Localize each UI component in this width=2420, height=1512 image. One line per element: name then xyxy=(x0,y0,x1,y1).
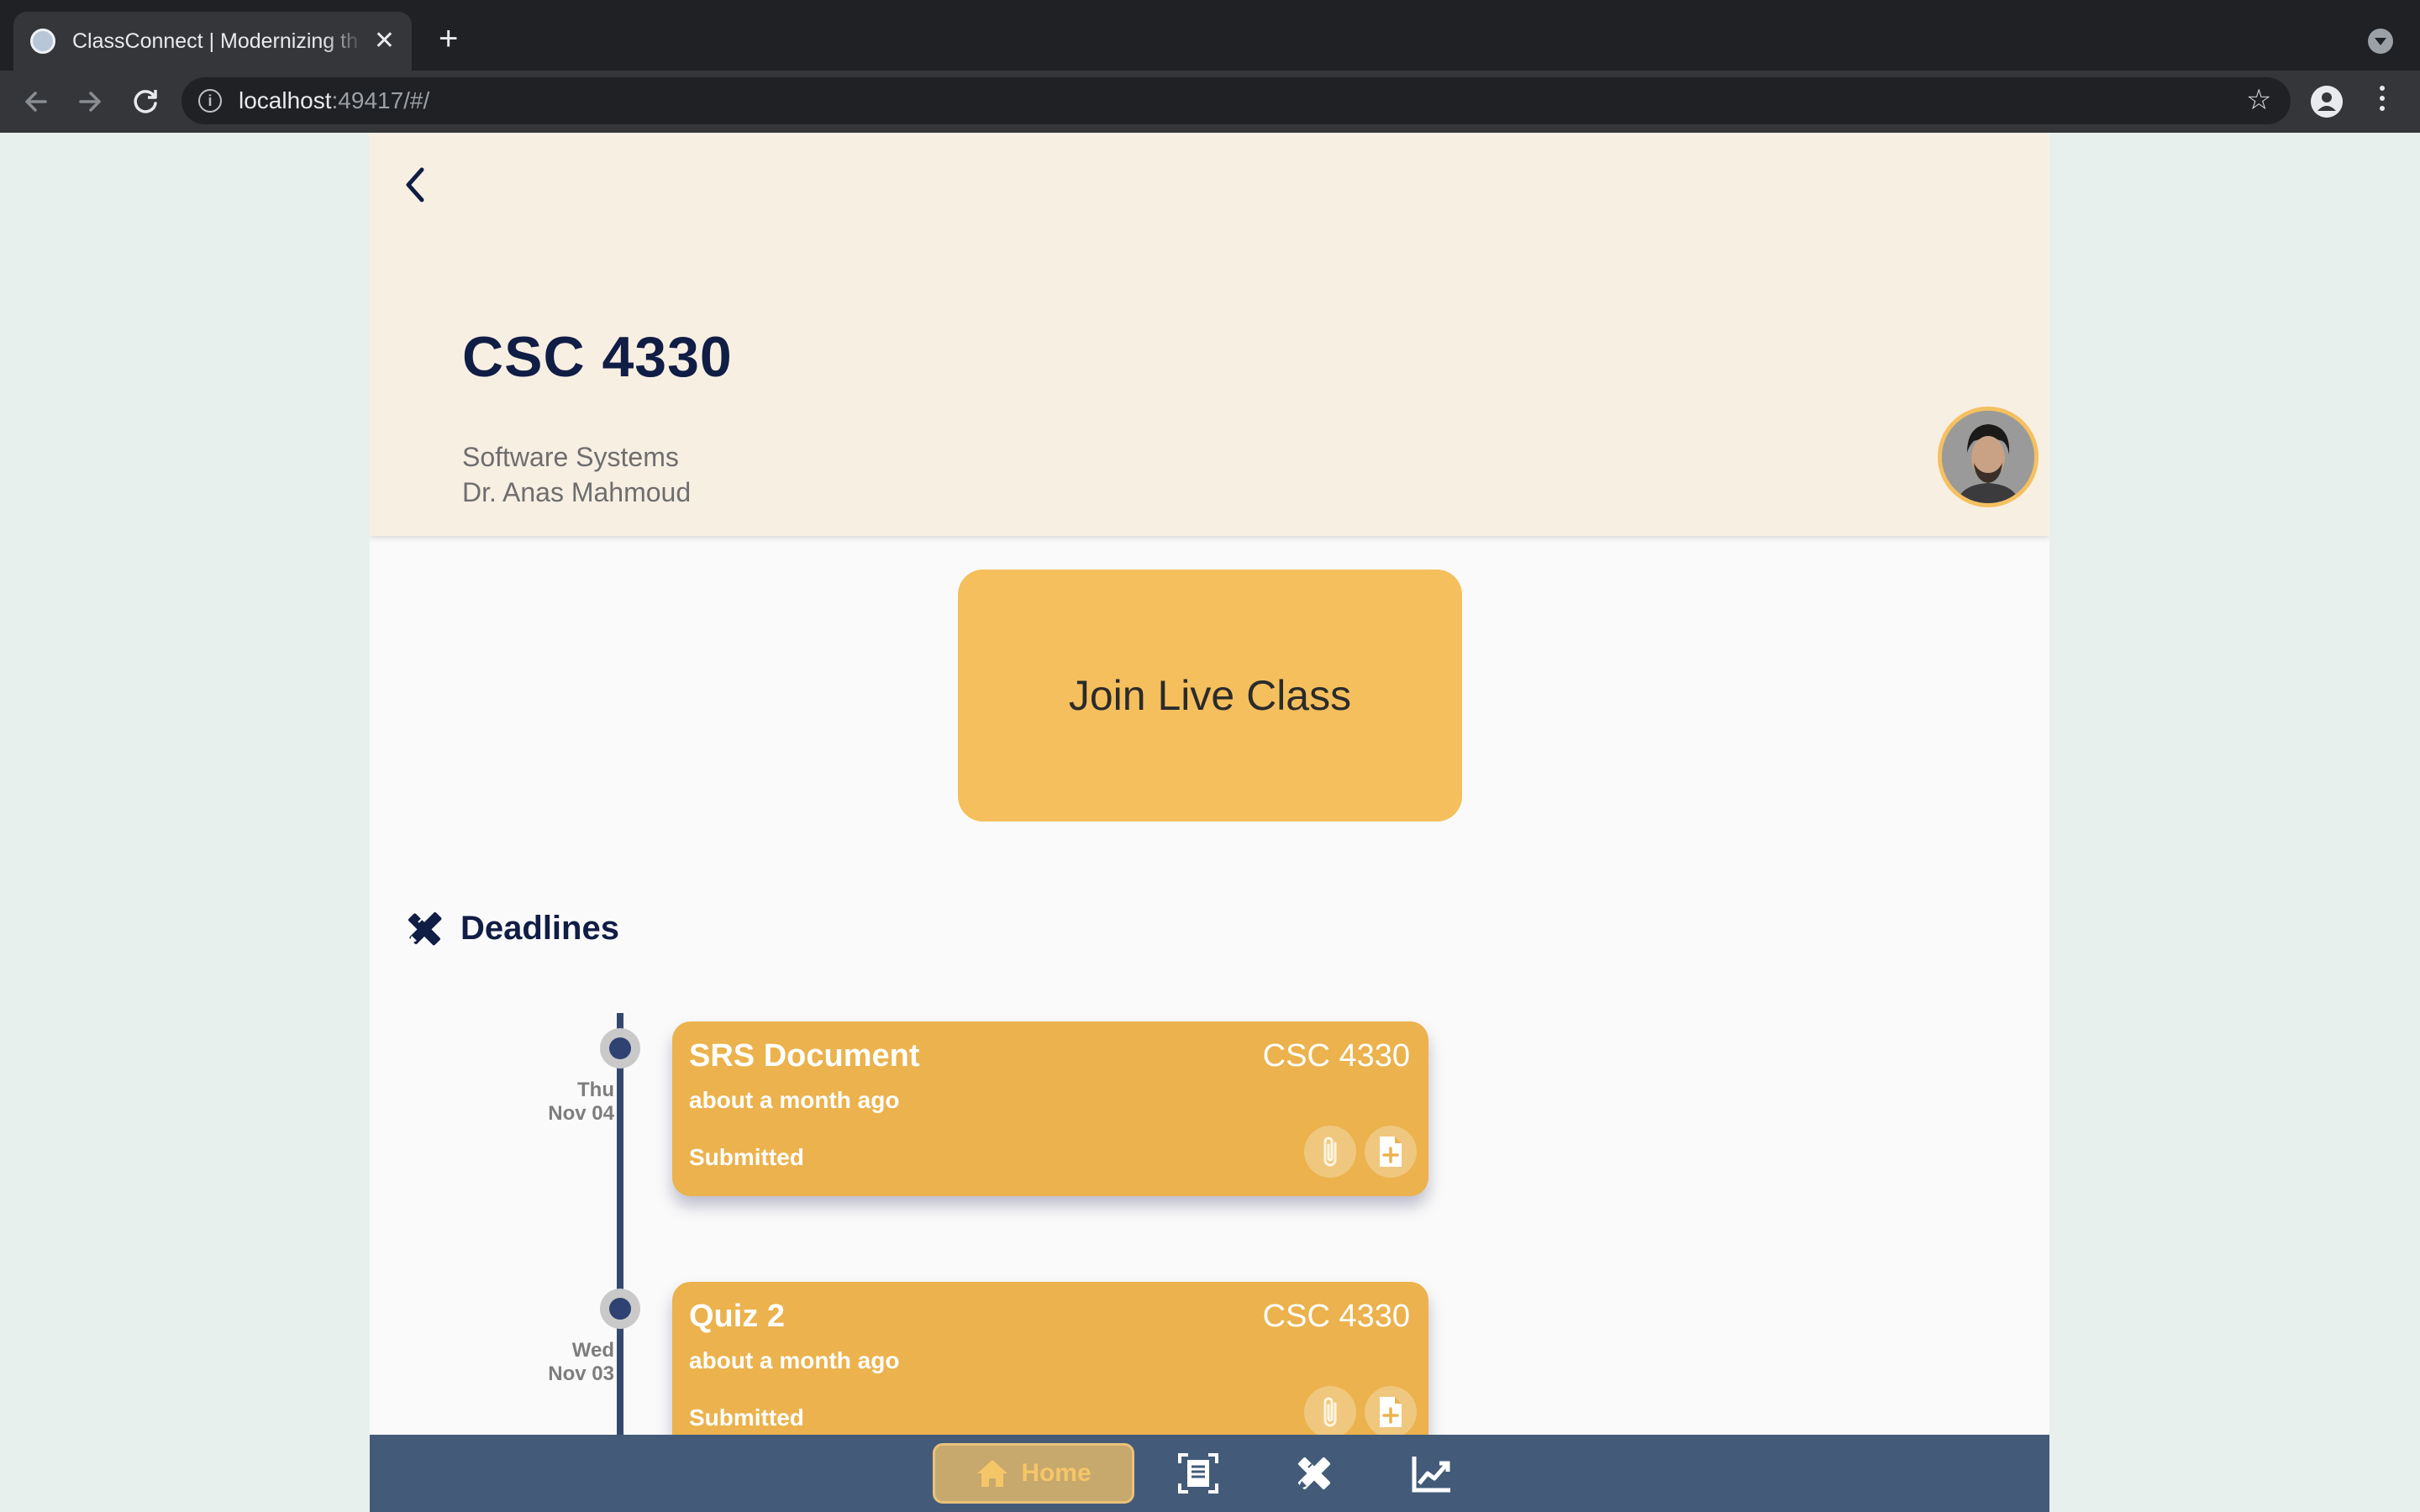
deadline-card[interactable]: SRS Document CSC 4330 about a month ago … xyxy=(672,1021,1428,1196)
paperclip-icon xyxy=(1323,1137,1337,1167)
deadline-relative-time: about a month ago xyxy=(689,1347,900,1373)
attachment-button[interactable] xyxy=(1304,1386,1356,1438)
site-info-icon[interactable]: i xyxy=(198,89,222,113)
deadlines-title: Deadlines xyxy=(460,909,619,947)
file-add-icon xyxy=(1380,1137,1402,1167)
add-file-button[interactable] xyxy=(1365,1386,1417,1438)
back-arrow-icon[interactable] xyxy=(17,82,55,121)
scan-document-icon[interactable] xyxy=(1176,1452,1220,1495)
bookmark-star-icon[interactable]: ☆ xyxy=(2246,86,2271,114)
timeline-dot xyxy=(600,1028,640,1068)
deadline-course: CSC 4330 xyxy=(1262,1299,1410,1334)
forward-arrow-icon[interactable] xyxy=(71,82,109,121)
browser-tab[interactable]: ClassConnect | Modernizing th ✕ xyxy=(13,12,412,71)
app-container: CSC 4330 Software Systems Dr. Anas Mahmo… xyxy=(370,133,2049,1512)
deadline-day-date: Nov 03 xyxy=(548,1362,614,1385)
tab-search-icon[interactable] xyxy=(2368,29,2393,54)
deadline-title: SRS Document xyxy=(689,1038,920,1074)
deadline-status: Submitted xyxy=(689,1144,804,1170)
deadlines-header: Deadlines xyxy=(402,906,619,951)
instructor-name: Dr. Anas Mahmoud xyxy=(462,477,692,507)
deadline-date: Thu Nov 04 xyxy=(548,1079,614,1126)
deadline-card[interactable]: Quiz 2 CSC 4330 about a month ago Submit… xyxy=(672,1282,1428,1457)
nav-home-label: Home xyxy=(1021,1459,1092,1487)
timeline-dot xyxy=(600,1289,640,1329)
course-header: CSC 4330 Software Systems Dr. Anas Mahmo… xyxy=(370,133,2049,536)
attachment-button[interactable] xyxy=(1304,1126,1356,1178)
chart-line-icon[interactable] xyxy=(1410,1452,1454,1495)
browser-menu-icon[interactable] xyxy=(2380,86,2385,116)
deadline-relative-time: about a month ago xyxy=(689,1087,900,1113)
nav-home-button[interactable]: Home xyxy=(933,1443,1134,1504)
course-code: CSC 4330 xyxy=(462,325,733,389)
profile-icon[interactable] xyxy=(2311,86,2343,118)
address-bar[interactable] xyxy=(182,77,2291,124)
deadline-course: CSC 4330 xyxy=(1262,1038,1410,1074)
home-icon xyxy=(977,1460,1008,1487)
tab-title: ClassConnect | Modernizing th xyxy=(72,29,358,53)
url-text[interactable]: localhost:49417/#/ xyxy=(239,87,429,114)
course-name: Software Systems xyxy=(462,442,679,472)
url-host: localhost xyxy=(239,87,332,113)
deadline-day: Thu xyxy=(577,1079,614,1101)
deadline-date: Wed Nov 03 xyxy=(548,1339,614,1386)
favicon-icon xyxy=(30,29,55,54)
avatar[interactable] xyxy=(1938,407,2039,507)
pencil-ruler-icon[interactable] xyxy=(1292,1452,1336,1495)
close-tab-icon[interactable]: ✕ xyxy=(374,29,395,54)
add-file-button[interactable] xyxy=(1365,1126,1417,1178)
deadline-status: Submitted xyxy=(689,1404,804,1431)
paperclip-icon xyxy=(1323,1397,1337,1427)
deadline-title: Quiz 2 xyxy=(689,1299,786,1334)
deadline-day: Wed xyxy=(571,1339,614,1362)
deadline-day-date: Nov 04 xyxy=(548,1102,614,1125)
url-path: :49417/#/ xyxy=(331,87,430,113)
pencil-ruler-icon xyxy=(408,911,442,946)
browser-tab-bar: ClassConnect | Modernizing th ✕ + xyxy=(0,0,2420,71)
file-add-icon xyxy=(1380,1397,1402,1427)
bottom-navigation: Home xyxy=(370,1435,2049,1512)
back-chevron-icon[interactable] xyxy=(395,160,437,210)
new-tab-icon[interactable]: + xyxy=(439,22,458,55)
join-live-class-button[interactable]: Join Live Class xyxy=(958,570,1462,822)
reload-icon[interactable] xyxy=(126,82,165,121)
